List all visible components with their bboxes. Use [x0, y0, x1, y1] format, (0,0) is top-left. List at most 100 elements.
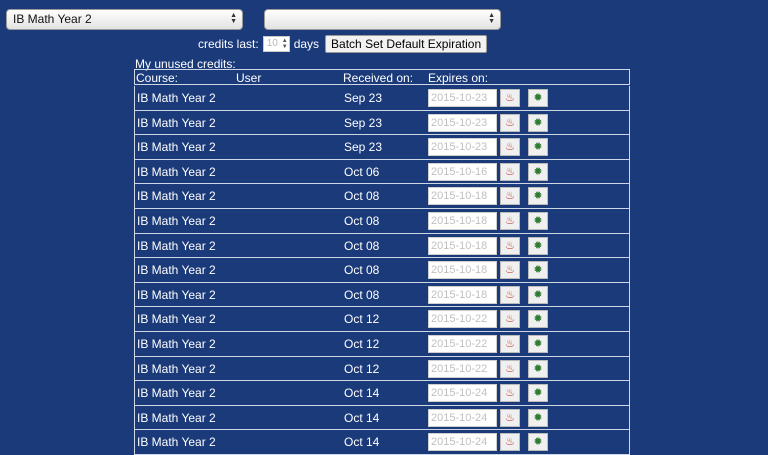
flame-icon[interactable]: ♨: [500, 334, 520, 353]
flame-icon[interactable]: ♨: [500, 89, 520, 107]
expires-date-input[interactable]: 2015-10-18: [428, 211, 497, 230]
days-input-value: 10: [266, 38, 278, 49]
row-received: Sep 23: [344, 140, 383, 155]
course-select-value: IB Math Year 2: [13, 12, 92, 26]
row-received: Oct 08: [344, 238, 380, 253]
starburst-icon[interactable]: ✹: [528, 433, 548, 452]
expires-date-input[interactable]: 2015-10-22: [428, 334, 497, 353]
starburst-icon[interactable]: ✹: [528, 334, 548, 353]
row-received: Oct 08: [344, 287, 380, 302]
row-received: Oct 12: [344, 361, 380, 376]
row-course: IB Math Year 2: [137, 287, 216, 302]
table-header: Course: User Received on: Expires on:: [134, 69, 630, 85]
flame-icon[interactable]: ♨: [500, 433, 520, 452]
expires-date-input[interactable]: 2015-10-23: [428, 138, 497, 157]
expires-date-input[interactable]: 2015-10-18: [428, 236, 497, 255]
days-label: days: [293, 37, 320, 51]
starburst-icon[interactable]: ✹: [528, 113, 548, 132]
starburst-icon[interactable]: ✹: [528, 384, 548, 403]
flame-icon[interactable]: ♨: [500, 113, 520, 132]
row-received: Oct 12: [344, 336, 380, 351]
row-course: IB Math Year 2: [137, 140, 216, 155]
row-received: Oct 14: [344, 410, 380, 425]
flame-icon[interactable]: ♨: [500, 384, 520, 403]
expires-date-input[interactable]: 2015-10-24: [428, 408, 497, 427]
flame-icon[interactable]: ♨: [500, 187, 520, 206]
header-expires: Expires on:: [428, 71, 489, 85]
starburst-icon[interactable]: ✹: [528, 138, 548, 157]
row-course: IB Math Year 2: [137, 189, 216, 204]
table-row: IB Math Year 2 Oct 14 2015-10-24 ♨ ✹: [135, 430, 629, 455]
row-received: Oct 14: [344, 435, 380, 450]
expires-date-input[interactable]: 2015-10-24: [428, 384, 497, 403]
table-row: IB Math Year 2 Oct 08 2015-10-18 ♨ ✹: [135, 283, 629, 308]
expires-date-input[interactable]: 2015-10-24: [428, 433, 497, 452]
row-received: Oct 08: [344, 263, 380, 278]
row-course: IB Math Year 2: [137, 312, 216, 327]
row-course: IB Math Year 2: [137, 164, 216, 179]
spinner-icon[interactable]: ▲ ▼: [282, 38, 288, 50]
expires-date-input[interactable]: 2015-10-16: [428, 162, 497, 181]
header-received: Received on:: [343, 71, 414, 85]
course-select[interactable]: IB Math Year 2 ▲ ▼: [6, 9, 243, 30]
flame-icon[interactable]: ♨: [500, 162, 520, 181]
table-row: IB Math Year 2 Oct 08 2015-10-18 ♨ ✹: [135, 184, 629, 209]
credits-bar: credits last: 10 ▲ ▼ days Batch Set Defau…: [198, 35, 488, 53]
row-course: IB Math Year 2: [137, 263, 216, 278]
expires-date-input[interactable]: 2015-10-22: [428, 359, 497, 378]
flame-icon[interactable]: ♨: [500, 359, 520, 378]
batch-set-default-expiration-button[interactable]: Batch Set Default Expiration: [325, 35, 488, 53]
flame-icon[interactable]: ♨: [500, 138, 520, 157]
header-course: Course:: [136, 71, 179, 85]
starburst-icon[interactable]: ✹: [528, 310, 548, 329]
table-row: IB Math Year 2 Oct 12 2015-10-22 ♨ ✹: [135, 357, 629, 382]
flame-icon[interactable]: ♨: [500, 285, 520, 304]
row-course: IB Math Year 2: [137, 361, 216, 376]
starburst-icon[interactable]: ✹: [528, 211, 548, 230]
expires-date-input[interactable]: 2015-10-23: [428, 113, 497, 132]
flame-icon[interactable]: ♨: [500, 310, 520, 329]
flame-icon[interactable]: ♨: [500, 408, 520, 427]
row-course: IB Math Year 2: [137, 386, 216, 401]
row-received: Sep 23: [344, 115, 383, 130]
select-arrows-icon: ▲ ▼: [488, 12, 495, 25]
starburst-icon[interactable]: ✹: [528, 187, 548, 206]
row-course: IB Math Year 2: [137, 91, 216, 105]
table-row: IB Math Year 2 Oct 08 2015-10-18 ♨ ✹: [135, 209, 629, 234]
table-row: IB Math Year 2 Sep 23 2015-10-23 ♨ ✹: [135, 111, 629, 136]
starburst-icon[interactable]: ✹: [528, 261, 548, 280]
flame-icon[interactable]: ♨: [500, 236, 520, 255]
table-row: IB Math Year 2 Oct 06 2015-10-16 ♨ ✹: [135, 160, 629, 185]
row-course: IB Math Year 2: [137, 115, 216, 130]
starburst-icon[interactable]: ✹: [528, 359, 548, 378]
flame-icon[interactable]: ♨: [500, 211, 520, 230]
header-user: User: [236, 71, 262, 85]
expires-date-input[interactable]: 2015-10-23: [428, 89, 497, 107]
row-course: IB Math Year 2: [137, 336, 216, 351]
row-received: Oct 12: [344, 312, 380, 327]
expires-date-input[interactable]: 2015-10-18: [428, 261, 497, 280]
starburst-icon[interactable]: ✹: [528, 408, 548, 427]
starburst-icon[interactable]: ✹: [528, 162, 548, 181]
starburst-icon[interactable]: ✹: [528, 285, 548, 304]
expires-date-input[interactable]: 2015-10-18: [428, 285, 497, 304]
user-select[interactable]: ▲ ▼: [264, 9, 501, 30]
row-received: Oct 08: [344, 189, 380, 204]
flame-icon[interactable]: ♨: [500, 261, 520, 280]
row-received: Oct 06: [344, 164, 380, 179]
table-row: IB Math Year 2 Oct 08 2015-10-18 ♨ ✹: [135, 258, 629, 283]
days-input[interactable]: 10 ▲ ▼: [262, 36, 290, 52]
starburst-icon[interactable]: ✹: [528, 236, 548, 255]
row-course: IB Math Year 2: [137, 435, 216, 450]
select-arrows-icon: ▲ ▼: [230, 12, 237, 25]
starburst-icon[interactable]: ✹: [528, 89, 548, 107]
credits-last-label: credits last:: [198, 37, 259, 51]
row-course: IB Math Year 2: [137, 238, 216, 253]
row-course: IB Math Year 2: [137, 410, 216, 425]
credits-table-body: IB Math Year 2 Sep 23 2015-10-23 ♨ ✹ IB Math …: [134, 86, 630, 455]
table-row: IB Math Year 2 Oct 12 2015-10-22 ♨ ✹: [135, 307, 629, 332]
table-row: IB Math Year 2 Oct 14 2015-10-24 ♨ ✹: [135, 381, 629, 406]
row-received: Oct 14: [344, 386, 380, 401]
expires-date-input[interactable]: 2015-10-22: [428, 310, 497, 329]
expires-date-input[interactable]: 2015-10-18: [428, 187, 497, 206]
